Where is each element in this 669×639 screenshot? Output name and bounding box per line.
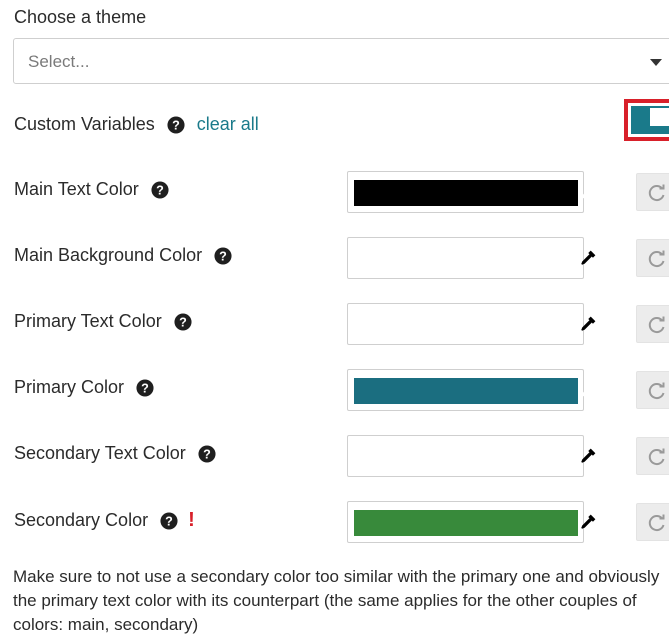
toggle-knob xyxy=(650,108,669,126)
svg-text:?: ? xyxy=(165,514,173,528)
color-label: Main Text Color xyxy=(14,179,139,199)
refresh-icon xyxy=(648,514,665,532)
svg-text:?: ? xyxy=(156,183,164,197)
color-swatch[interactable] xyxy=(354,510,578,536)
help-icon[interactable]: ? xyxy=(136,378,154,397)
reset-button[interactable] xyxy=(636,371,669,409)
help-icon[interactable]: ? xyxy=(214,246,232,265)
color-label-group: Primary Color? xyxy=(14,377,154,398)
color-swatch[interactable] xyxy=(354,378,578,404)
refresh-icon xyxy=(648,382,665,400)
refresh-icon xyxy=(648,184,665,202)
eyedropper-icon[interactable] xyxy=(579,248,597,268)
color-picker-field[interactable] xyxy=(347,369,596,411)
refresh-icon xyxy=(648,448,665,466)
color-label: Main Background Color xyxy=(14,245,203,265)
color-label: Primary Color xyxy=(14,377,125,397)
svg-text:?: ? xyxy=(179,315,187,329)
color-label-group: Main Text Color? xyxy=(14,179,169,200)
reset-button[interactable] xyxy=(636,173,669,211)
theme-title: Choose a theme xyxy=(14,7,147,27)
color-picker-field[interactable] xyxy=(347,237,596,279)
warning-icon: ! xyxy=(188,509,195,531)
svg-text:?: ? xyxy=(203,447,211,461)
eyedropper-icon[interactable] xyxy=(579,512,597,532)
help-icon[interactable]: ? xyxy=(160,511,178,530)
color-label-group: Secondary Text Color? xyxy=(14,443,216,464)
refresh-icon xyxy=(648,316,665,334)
help-icon[interactable]: ? xyxy=(151,180,169,199)
color-label: Secondary Color xyxy=(14,510,149,530)
color-label-group: Secondary Color?! xyxy=(14,509,195,532)
eyedropper-icon[interactable] xyxy=(579,446,597,466)
eyedropper-icon[interactable] xyxy=(579,380,597,400)
color-label-group: Main Background Color? xyxy=(14,245,232,266)
svg-text:?: ? xyxy=(141,381,149,395)
reset-button[interactable] xyxy=(636,305,669,343)
theme-select[interactable]: Select... xyxy=(13,38,669,84)
eyedropper-icon[interactable] xyxy=(579,314,597,334)
clear-all-link[interactable]: clear all xyxy=(197,114,259,135)
help-icon[interactable]: ? xyxy=(174,312,192,331)
color-swatch[interactable] xyxy=(354,246,578,272)
custom-variables-toggle[interactable] xyxy=(624,99,669,141)
eyedropper-icon[interactable] xyxy=(579,182,597,202)
help-icon[interactable]: ? xyxy=(198,444,216,463)
color-swatch[interactable] xyxy=(354,312,578,338)
svg-text:?: ? xyxy=(219,249,227,263)
color-swatch[interactable] xyxy=(354,180,578,206)
color-picker-field[interactable] xyxy=(347,501,596,543)
color-label-group: Primary Text Color? xyxy=(14,311,192,332)
color-label: Secondary Text Color xyxy=(14,443,186,463)
color-picker-field[interactable] xyxy=(347,303,596,345)
color-note: Make sure to not use a secondary color t… xyxy=(13,567,660,634)
custom-variables-row: Custom Variables ? clear all xyxy=(14,114,259,135)
color-picker-field[interactable] xyxy=(347,435,596,477)
caret-down-icon xyxy=(650,59,662,66)
refresh-icon xyxy=(648,250,665,268)
color-label: Primary Text Color xyxy=(14,311,162,331)
svg-text:?: ? xyxy=(172,118,180,132)
help-icon[interactable]: ? xyxy=(167,115,185,134)
reset-button[interactable] xyxy=(636,437,669,475)
theme-select-placeholder: Select... xyxy=(28,52,90,71)
color-picker-field[interactable] xyxy=(347,171,596,213)
reset-button[interactable] xyxy=(636,239,669,277)
reset-button[interactable] xyxy=(636,503,669,541)
color-swatch[interactable] xyxy=(354,444,578,470)
custom-variables-label: Custom Variables xyxy=(14,114,155,134)
